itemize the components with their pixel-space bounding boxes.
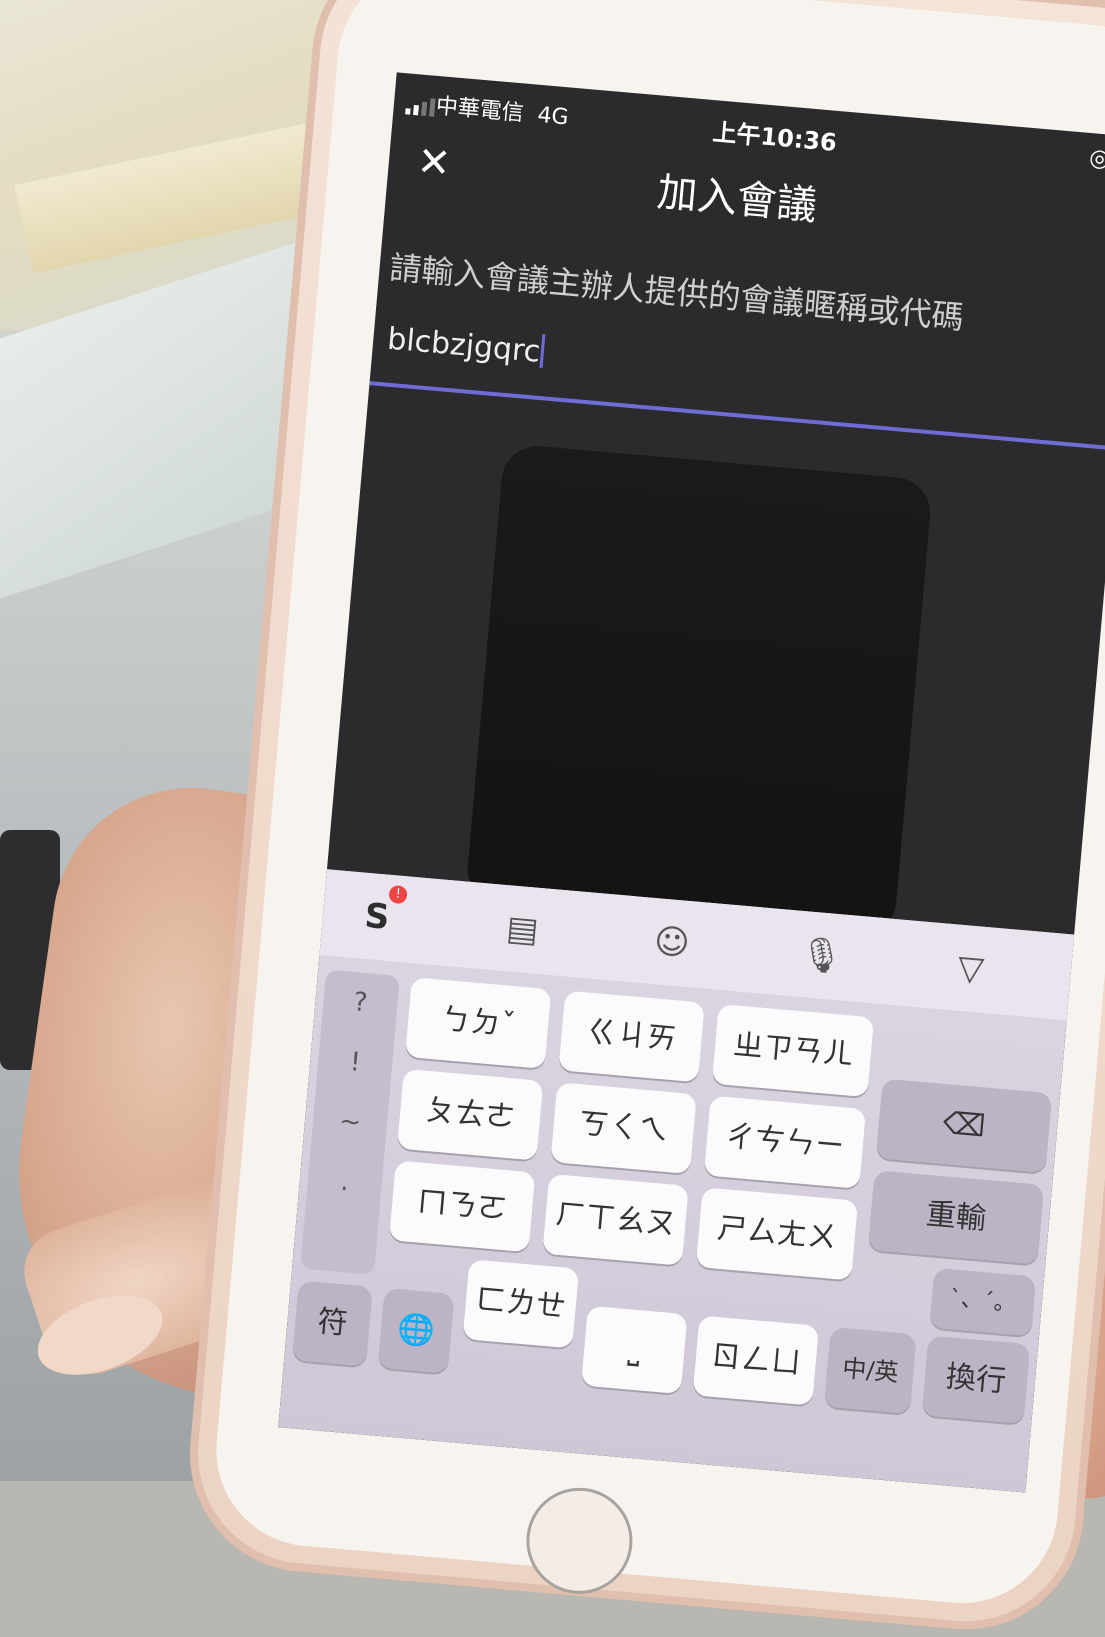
punct-tilde[interactable]: ~ [311, 1089, 390, 1155]
space-key[interactable]: ⎵ [580, 1305, 688, 1395]
status-time: 上午10:36 [711, 118, 838, 157]
phone-device: 中華電信 4G 上午10:36 ◎ ➤ ✕ 加入會議 請輸入會議主辦人提供的會議… [188, 0, 1105, 1631]
return-key[interactable]: 換行 [921, 1335, 1031, 1425]
tone-punct-key[interactable]: ˋ、ˊ。 [929, 1267, 1037, 1337]
phone-screen: 中華電信 4G 上午10:36 ◎ ➤ ✕ 加入會議 請輸入會議主辦人提供的會議… [278, 72, 1105, 1493]
key-h-x[interactable]: ㄏㄒㄠㄡ [542, 1173, 689, 1266]
key-g-j[interactable]: ㄍㄐㄞ [558, 990, 705, 1083]
close-icon[interactable]: ✕ [407, 136, 461, 190]
key-m-n[interactable]: ㄇㄋㄛ [388, 1160, 536, 1253]
punct-exclaim[interactable]: ! [316, 1029, 395, 1095]
key-sh-s[interactable]: ㄕㄙㄤㄨ [695, 1187, 859, 1281]
symbol-key[interactable]: 符 [292, 1280, 373, 1367]
screen-reflection [464, 443, 934, 939]
collapse-keyboard-icon[interactable]: ▽ [939, 939, 1003, 998]
meeting-code-value: blcbzjgqrc [386, 321, 546, 371]
emoji-icon[interactable]: ☺ [640, 913, 704, 972]
page-title: 加入會議 [655, 169, 819, 230]
globe-icon[interactable]: 🌐 [377, 1287, 455, 1374]
key-b-d[interactable]: ㄅㄉˇ [404, 977, 552, 1069]
backspace-key[interactable]: ⌫ [875, 1078, 1053, 1174]
microphone-icon[interactable]: 🎙 [789, 926, 853, 985]
network-label: 4G [536, 102, 570, 131]
punct-period[interactable]: . [305, 1149, 384, 1215]
retype-key[interactable]: 重輸 [867, 1170, 1045, 1265]
key-f-l[interactable]: ㄈㄌㄝ [462, 1259, 580, 1349]
clipboard-icon[interactable]: ▤ [490, 900, 554, 959]
key-k-q[interactable]: ㄎㄑㄟ [550, 1082, 697, 1175]
signal-icon [405, 89, 439, 117]
carrier-label: 中華電信 4G [434, 93, 570, 131]
key-zh-z[interactable]: ㄓㄗㄢㄦ [711, 1003, 875, 1098]
location-icon: ◎ ➤ [1088, 143, 1105, 175]
key-r-eng[interactable]: ㄖㄥㄩ [692, 1315, 820, 1406]
zhuyin-keyboard: S ! ▤ ☺ 🎙 ▽ ? ! ~ . ㄅㄉˇ ㄍㄐㄞ ㄓㄗㄢㄦ ㄆㄊㄜ ㄎㄑㄟ… [278, 869, 1075, 1493]
language-switch-key[interactable]: 中/英 [824, 1326, 917, 1415]
key-ch-c[interactable]: ㄔㄘㄣㄧ [703, 1095, 867, 1189]
key-p-t[interactable]: ㄆㄊㄜ [396, 1068, 544, 1161]
punctuation-column[interactable]: ? ! ~ . [300, 969, 400, 1275]
punct-question[interactable]: ? [321, 970, 400, 1036]
